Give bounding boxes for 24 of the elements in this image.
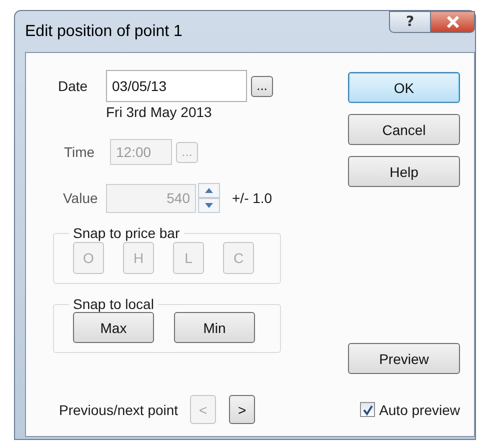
checkbox[interactable] (360, 402, 376, 417)
help-button[interactable]: ? (389, 11, 431, 33)
snap-button[interactable]: Min (174, 312, 255, 343)
field-label: Value (62, 190, 99, 206)
field-label: Date (57, 78, 89, 94)
nav-button[interactable]: > (229, 395, 256, 424)
dialog-button[interactable]: Help (348, 156, 460, 187)
spin-buttons[interactable] (198, 183, 220, 213)
browse-button[interactable]: ... (251, 76, 273, 96)
snap-button[interactable]: Max (73, 312, 154, 343)
close-button[interactable] (431, 11, 475, 33)
dialog-button[interactable]: Cancel (348, 114, 460, 145)
nav-label: Previous/next point (59, 402, 178, 418)
tolerance-text: +/- 1.0 (232, 190, 272, 206)
field-label: Time (63, 144, 96, 160)
close-icon (444, 16, 460, 28)
window-title: Edit position of point 1 (25, 22, 182, 40)
group-title: Snap to local (72, 296, 155, 312)
date-text: Fri 3rd May 2013 (105, 104, 213, 122)
preview-button[interactable]: Preview (348, 343, 460, 374)
date-field[interactable]: 03/05/13 (106, 70, 247, 102)
dialog-button[interactable]: OK (348, 72, 460, 103)
checkbox-label: Auto preview (379, 402, 460, 418)
group-title: Snap to price bar (72, 225, 181, 241)
